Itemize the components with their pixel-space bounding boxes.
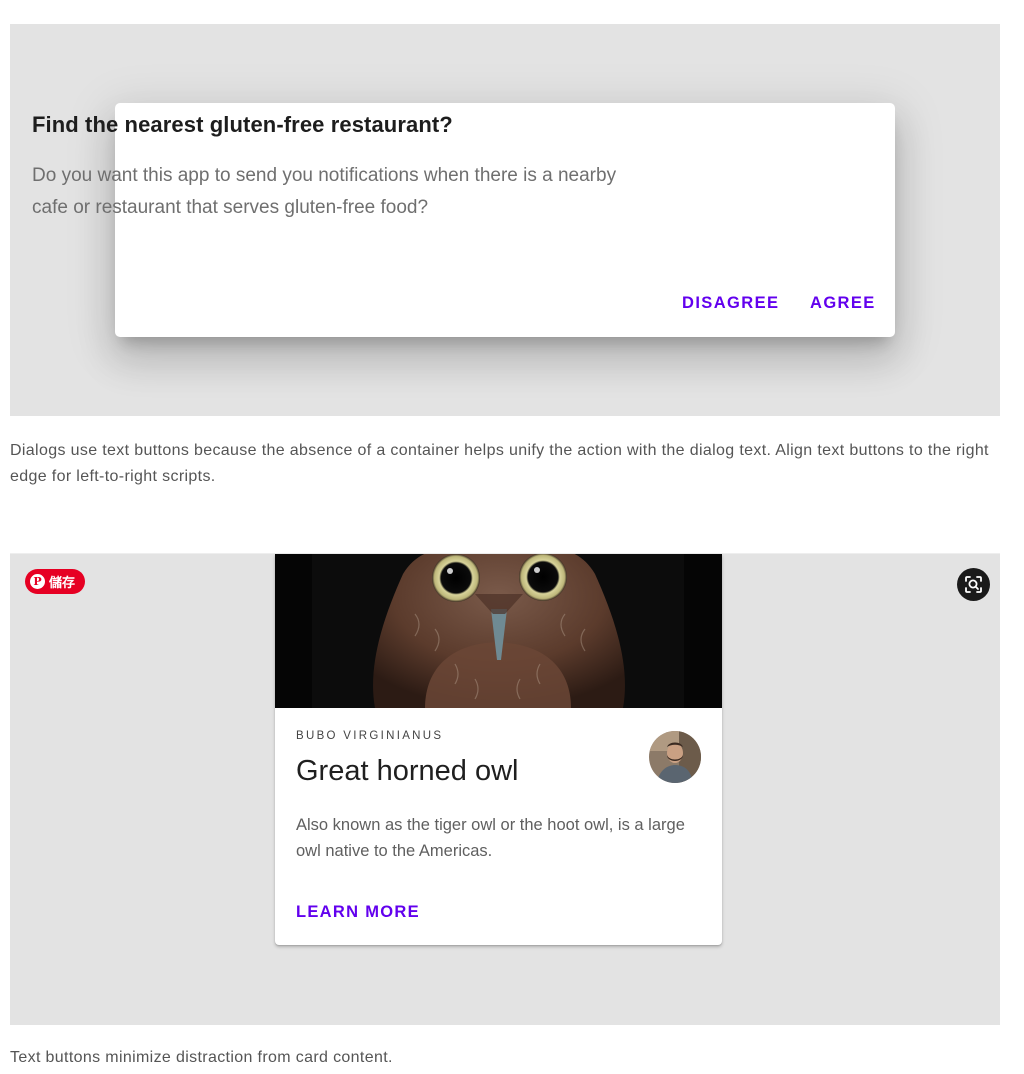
dialog-title: Find the nearest gluten-free restaurant? — [32, 112, 453, 137]
agree-button[interactable]: AGREE — [810, 294, 876, 313]
dialog-caption: Dialogs use text buttons because the abs… — [10, 442, 989, 485]
visual-search-icon — [965, 576, 982, 593]
person-avatar — [649, 731, 701, 783]
pinterest-save-label: 儲存 — [49, 575, 76, 590]
owl-card: LEARN MORE — [275, 554, 722, 945]
card-overline: BUBO VIRGINIANUS — [296, 730, 444, 742]
learn-more-button[interactable]: LEARN MORE — [296, 903, 420, 922]
pinterest-icon: P — [30, 574, 45, 589]
owl-image — [275, 554, 722, 708]
visual-search-button[interactable] — [957, 568, 990, 601]
disagree-button[interactable]: DISAGREE — [682, 294, 779, 313]
owl-illustration — [275, 554, 722, 708]
card-body-text: Also known as the tiger owl or the hoot … — [296, 816, 685, 860]
dialog-body-text: Do you want this app to send you notific… — [32, 165, 617, 218]
card-caption: Text buttons minimize distraction from c… — [10, 1049, 393, 1066]
card-title: Great horned owl — [296, 755, 519, 787]
avatar-photo — [649, 731, 701, 783]
pinterest-save-button[interactable]: P 儲存 — [25, 569, 86, 594]
card-example-panel: P 儲存 LEARN MORE — [10, 553, 1000, 1025]
